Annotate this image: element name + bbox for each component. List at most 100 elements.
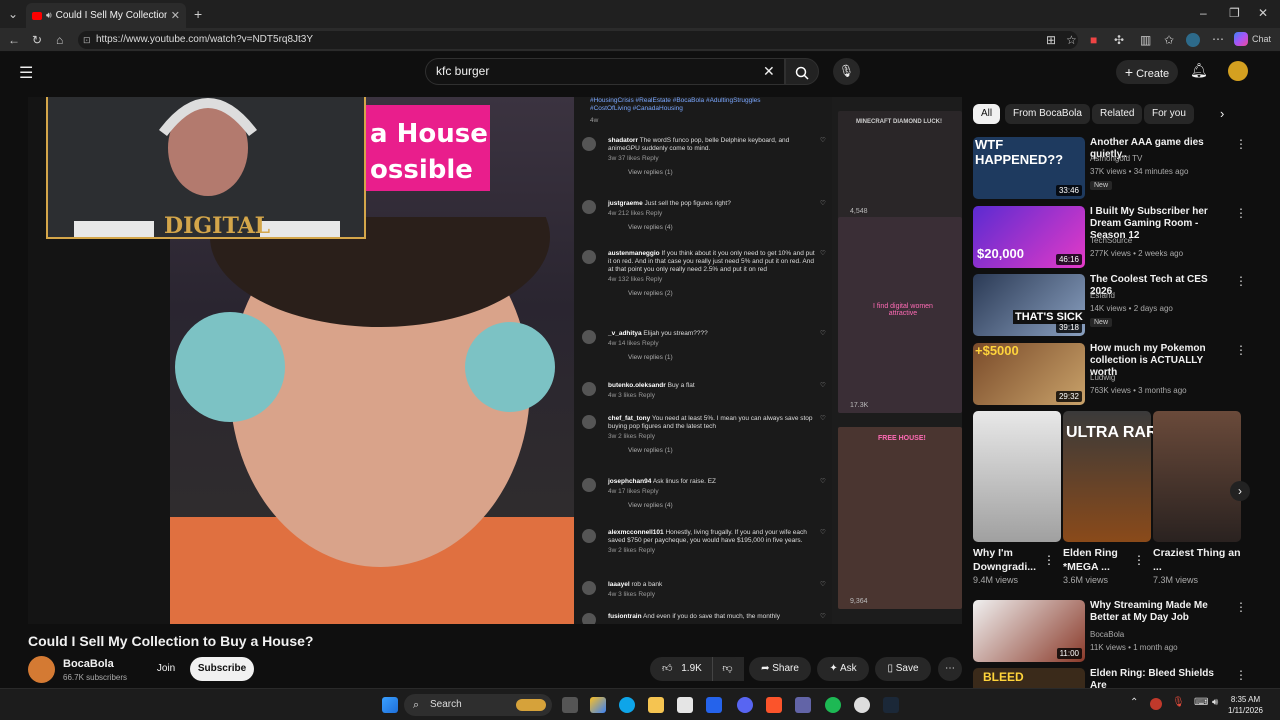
short-thumbnail[interactable]: ULTRA RARE	[1063, 411, 1168, 542]
view-replies-link[interactable]: View replies (1)	[628, 447, 818, 455]
more-actions-button[interactable]: ⋯	[938, 657, 962, 681]
more-vertical-icon[interactable]: ⋮	[1235, 206, 1247, 220]
view-replies-link[interactable]: View replies (4)	[628, 502, 818, 510]
channel-name[interactable]: BocaBola	[63, 658, 114, 670]
video-title[interactable]: Elden Ring: Bleed Shields Are	[1090, 668, 1230, 688]
app-icon[interactable]	[706, 697, 722, 713]
search-button[interactable]	[785, 58, 819, 85]
short-item[interactable]: ULTRA RARE Elden Ring *MEGA ... 3.6M vie…	[1063, 411, 1168, 585]
network-icon[interactable]: ⌨	[1194, 697, 1208, 708]
comment-author[interactable]: alexmcconnell101	[608, 529, 664, 536]
new-tab-icon[interactable]: +	[194, 7, 202, 21]
store-icon[interactable]	[677, 697, 693, 713]
like-heart-icon[interactable]: ♡	[820, 529, 826, 537]
video-player[interactable]: a House ossible #HousingCrisis #RealEsta…	[28, 97, 962, 624]
like-heart-icon[interactable]: ♡	[820, 478, 826, 486]
comment-avatar[interactable]	[582, 581, 596, 595]
video-title[interactable]: Why Streaming Made Me Better at My Day J…	[1090, 600, 1230, 624]
browser-tab[interactable]: 🔊︎ Could I Sell My Collection to ✕	[26, 3, 186, 28]
comment-avatar[interactable]	[582, 330, 596, 344]
close-tab-icon[interactable]: ✕	[171, 9, 180, 22]
tray-overflow-icon[interactable]: ⌃	[1130, 697, 1138, 708]
like-heart-icon[interactable]: ♡	[820, 200, 826, 208]
comment-author[interactable]: austenmaneggio	[608, 250, 660, 257]
save-button[interactable]: ▯ Save	[875, 657, 931, 681]
file-explorer-icon[interactable]	[648, 697, 664, 713]
voice-search-button[interactable]: 🎙︎	[833, 58, 860, 85]
steam-icon[interactable]	[883, 697, 899, 713]
split-screen-icon[interactable]: ▥	[1140, 34, 1151, 46]
share-button[interactable]: ➦ Share	[749, 657, 811, 681]
recommendation-item[interactable]: WTF HAPPENED?? 33:46 Another AAA game di…	[973, 137, 1273, 201]
comment-author[interactable]: shadatorr	[608, 137, 638, 144]
more-vertical-icon[interactable]: ⋮	[1235, 600, 1247, 614]
brave-icon[interactable]	[766, 697, 782, 713]
spotify-icon[interactable]	[825, 697, 841, 713]
clear-search-icon[interactable]: ✕	[763, 59, 775, 84]
channel-avatar[interactable]	[28, 656, 55, 683]
extension-icon[interactable]: ■	[1090, 34, 1097, 46]
favorite-star-icon[interactable]: ☆	[1066, 34, 1077, 46]
recommendation-item[interactable]: BLEED Elden Ring: Bleed Shields Are ⋮	[973, 668, 1273, 688]
taskbar-search[interactable]: ⌕ Search	[404, 694, 552, 716]
copilot-app-icon[interactable]	[590, 697, 606, 713]
like-heart-icon[interactable]: ♡	[820, 330, 826, 338]
maximize-icon[interactable]: ❐	[1229, 7, 1240, 19]
chip-from-bocabola[interactable]: From BocaBola	[1005, 104, 1090, 124]
more-vertical-icon[interactable]: ⋮	[1133, 553, 1145, 567]
profile-icon[interactable]	[1186, 33, 1200, 47]
channel-name[interactable]: BocaBola	[1090, 630, 1124, 639]
comment-avatar[interactable]	[582, 613, 596, 624]
channel-name[interactable]: Ludwig	[1090, 373, 1115, 382]
join-button[interactable]: Join	[150, 657, 182, 681]
task-view-icon[interactable]	[562, 697, 578, 713]
edge-browser-icon[interactable]	[619, 697, 635, 713]
short-thumbnail[interactable]	[1153, 411, 1241, 542]
mic-muted-icon[interactable]: 🎙︎	[1172, 697, 1185, 708]
more-vertical-icon[interactable]: ⋮	[1235, 274, 1247, 288]
chip-related[interactable]: Related	[1092, 104, 1143, 124]
favorites-icon[interactable]: ✩	[1164, 34, 1174, 46]
teams-icon[interactable]	[795, 697, 811, 713]
comment-author[interactable]: fusiontrain	[608, 613, 642, 620]
view-replies-link[interactable]: View replies (1)	[628, 354, 818, 362]
create-button[interactable]: + Create	[1116, 60, 1178, 84]
comment-avatar[interactable]	[582, 382, 596, 396]
chips-next-icon[interactable]: ›	[1220, 106, 1224, 121]
notifications-bell-icon[interactable]: 🔔︎	[1190, 62, 1208, 79]
tab-list-icon[interactable]: ⌄	[8, 8, 18, 20]
more-vertical-icon[interactable]: ⋮	[1235, 343, 1247, 357]
short-item[interactable]: Why I'm Downgradi... 9.4M views ⋮	[973, 411, 1061, 585]
video-thumbnail[interactable]: THAT'S SICK 39:18	[973, 274, 1085, 336]
more-menu-icon[interactable]: ⋯	[1212, 33, 1224, 45]
video-thumbnail[interactable]: BLEED	[973, 668, 1085, 688]
home-icon[interactable]: ⌂	[56, 34, 63, 46]
comment-avatar[interactable]	[582, 478, 596, 492]
tray-app-icon[interactable]	[1150, 698, 1162, 710]
like-heart-icon[interactable]: ♡	[820, 613, 826, 621]
view-replies-link[interactable]: View replies (4)	[628, 224, 818, 232]
video-thumbnail[interactable]: $20,000 46:16	[973, 206, 1085, 268]
comment-author[interactable]: josephchan94	[608, 478, 651, 485]
video-thumbnail[interactable]: WTF HAPPENED?? 33:46	[973, 137, 1085, 199]
ask-button[interactable]: ✦ Ask	[817, 657, 869, 681]
minimize-icon[interactable]: –	[1200, 7, 1207, 19]
view-replies-link[interactable]: View replies (1)	[628, 169, 818, 177]
comment-author[interactable]: butenko.oleksandr	[608, 382, 666, 389]
chip-for-you[interactable]: For you	[1144, 104, 1194, 124]
more-vertical-icon[interactable]: ⋮	[1235, 668, 1247, 682]
volume-icon[interactable]: 🔊︎	[1212, 697, 1218, 708]
extensions-puzzle-icon[interactable]: ✣	[1114, 34, 1124, 46]
url-field[interactable]: ⊡ https://www.youtube.com/watch?v=NDT5rq…	[78, 31, 1078, 49]
like-heart-icon[interactable]: ♡	[820, 250, 826, 258]
chip-all[interactable]: All	[973, 104, 1001, 124]
more-vertical-icon[interactable]: ⋮	[1235, 137, 1247, 151]
comment-author[interactable]: chef_fat_tony	[608, 415, 650, 422]
hamburger-menu-icon[interactable]: ☰	[19, 63, 33, 83]
view-replies-link[interactable]: View replies (2)	[628, 290, 818, 298]
search-input[interactable]: kfc burger ✕	[425, 58, 785, 85]
comment-author[interactable]: justgraeme	[608, 200, 643, 207]
close-window-icon[interactable]: ✕	[1258, 7, 1268, 19]
comment-avatar[interactable]	[582, 137, 596, 151]
comment-author[interactable]: _v_adhitya	[608, 330, 642, 337]
